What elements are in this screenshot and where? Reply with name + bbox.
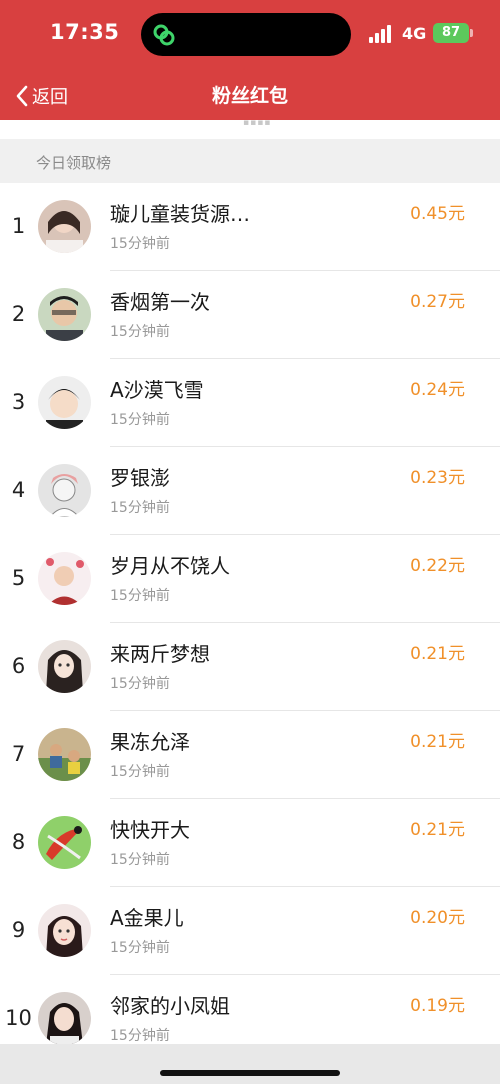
amount: 0.21元: [410, 732, 465, 752]
claim-time: 15分钟前: [110, 852, 170, 868]
amount: 0.23元: [410, 468, 465, 488]
claim-time: 15分钟前: [110, 764, 170, 780]
avatar[interactable]: [38, 552, 91, 605]
claim-time: 15分钟前: [110, 1028, 170, 1044]
avatar[interactable]: [38, 904, 91, 957]
amount: 0.24元: [410, 380, 465, 400]
signal-icon: [369, 25, 395, 43]
amount: 0.21元: [410, 644, 465, 664]
section-header: 今日领取榜: [0, 139, 500, 183]
section-title: 今日领取榜: [36, 154, 112, 172]
rank-number: 10: [5, 1006, 32, 1030]
user-name: A沙漠飞雪: [110, 378, 204, 402]
avatar[interactable]: [38, 464, 91, 517]
user-name: A金果儿: [110, 906, 184, 930]
ranking-list: 1 璇儿童装货源… 15分钟前 0.45元 2 香烟第一次 15分钟前 0.27…: [0, 183, 500, 1063]
bottom-bar: [0, 1044, 500, 1084]
user-name: 快快开大: [110, 818, 190, 842]
claim-time: 15分钟前: [110, 676, 170, 692]
rank-number: 2: [11, 302, 26, 326]
rank-number: 4: [11, 478, 26, 502]
amount: 0.20元: [410, 908, 465, 928]
list-item[interactable]: 8 快快开大 15分钟前 0.21元: [0, 799, 500, 887]
claim-time: 15分钟前: [110, 324, 170, 340]
claim-time: 15分钟前: [110, 500, 170, 516]
page-title: 粉丝红包: [211, 85, 288, 107]
network-type: 4G: [402, 24, 427, 43]
rank-number: 9: [11, 918, 26, 942]
user-name: 邻家的小凤姐: [110, 994, 230, 1018]
amount: 0.22元: [410, 556, 465, 576]
claim-time: 15分钟前: [110, 940, 170, 956]
list-item[interactable]: 6 来两斤梦想 15分钟前 0.21元: [0, 623, 500, 711]
battery-tip: [470, 29, 473, 37]
amount: 0.27元: [410, 292, 465, 312]
user-name: 璇儿童装货源…: [110, 202, 250, 226]
user-name: 岁月从不饶人: [110, 554, 230, 578]
dynamic-island: [141, 13, 351, 56]
user-name: 罗银澎: [110, 466, 170, 490]
rank-number: 6: [11, 654, 26, 678]
list-item[interactable]: 2 香烟第一次 15分钟前 0.27元: [0, 271, 500, 359]
battery-icon: 87: [433, 23, 469, 43]
user-name: 来两斤梦想: [110, 642, 210, 666]
rank-number: 8: [11, 830, 26, 854]
amount: 0.21元: [410, 820, 465, 840]
user-name: 果冻允泽: [110, 730, 190, 754]
list-item[interactable]: 5 岁月从不饶人 15分钟前 0.22元: [0, 535, 500, 623]
clipped-content-hint: ▪▪▪▪: [243, 118, 272, 128]
top-strip: ▪▪▪▪: [0, 118, 500, 139]
avatar[interactable]: [38, 728, 91, 781]
avatar[interactable]: [38, 376, 91, 429]
rank-number: 5: [11, 566, 26, 590]
claim-time: 15分钟前: [110, 412, 170, 428]
list-item[interactable]: 3 A沙漠飞雪 15分钟前 0.24元: [0, 359, 500, 447]
avatar[interactable]: [38, 816, 91, 869]
amount: 0.45元: [410, 204, 465, 224]
rank-number: 3: [11, 390, 26, 414]
avatar[interactable]: [38, 200, 91, 253]
rank-number: 1: [11, 214, 26, 238]
app-header: 17:35 4G 87 返回 粉丝红包: [0, 0, 500, 120]
rank-number: 7: [11, 742, 26, 766]
avatar[interactable]: [38, 640, 91, 693]
list-item[interactable]: 4 罗银澎 15分钟前 0.23元: [0, 447, 500, 535]
user-name: 香烟第一次: [110, 290, 210, 314]
home-indicator[interactable]: [160, 1070, 340, 1076]
list-item[interactable]: 1 璇儿童装货源… 15分钟前 0.45元: [0, 183, 500, 271]
avatar[interactable]: [38, 992, 91, 1045]
avatar[interactable]: [38, 288, 91, 341]
list-item[interactable]: 9 A金果儿 15分钟前 0.20元: [0, 887, 500, 975]
claim-time: 15分钟前: [110, 588, 170, 604]
list-item[interactable]: 7 果冻允泽 15分钟前 0.21元: [0, 711, 500, 799]
link-icon: [153, 24, 175, 46]
claim-time: 15分钟前: [110, 236, 170, 252]
status-time: 17:35: [50, 20, 120, 44]
amount: 0.19元: [410, 996, 465, 1016]
